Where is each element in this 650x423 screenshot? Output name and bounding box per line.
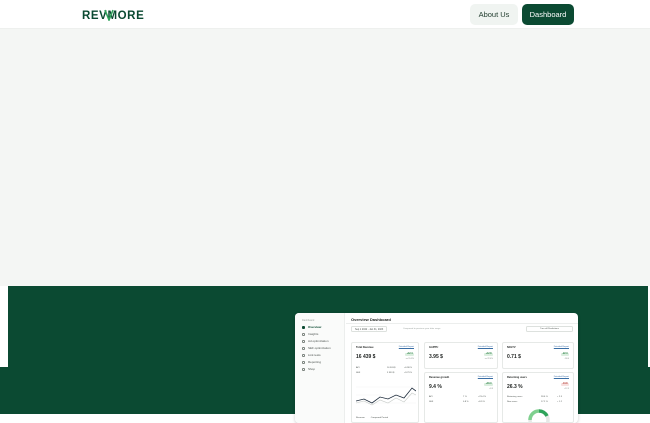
returning-users-donut-chart (528, 409, 550, 423)
card-delta: -13.8 (560, 383, 569, 386)
card-value: 16 439 $ (356, 354, 376, 360)
preview-card-noltv: NOLTV Detailed Report 0.71 $ -22.3 -58.0 (502, 342, 574, 369)
card-sub: +8.9 (489, 387, 493, 390)
card-row-value: 3 353 $ (387, 371, 395, 374)
preview-nav-item: Insights (302, 332, 318, 336)
card-row: New users (507, 400, 518, 403)
sef-optimization-icon (302, 346, 305, 350)
card-title: Total Revenue (356, 346, 374, 349)
card-row-value: 7 % (463, 396, 467, 398)
card-row-value: 28.6 % (541, 396, 548, 398)
preview-nav-item: Reporting (302, 360, 321, 364)
preview-card-revenue-growth: Revenue growth Detailed Report 9.4 % +40… (424, 372, 498, 423)
chart-legend: Revenue Compared Period (356, 417, 388, 419)
card-row-delta: +23.4 % (478, 396, 487, 398)
card-sub: +12.5 (563, 387, 569, 390)
card-row-value: 0.8 % (463, 400, 469, 403)
card-delta: -22.3 (560, 353, 569, 356)
revenue-line (356, 387, 416, 404)
card-delta: +12.4 (405, 353, 414, 356)
top-navigation-bar: REVMORE About Us Dashboard (0, 0, 650, 29)
ad-optimization-icon (302, 339, 305, 343)
preview-nav-item: Ad optimization (302, 339, 329, 343)
card-title: NOLTV (507, 346, 516, 349)
dashboard-button[interactable]: Dashboard (522, 4, 574, 25)
revenue-line-chart (356, 386, 416, 406)
logo-wordmark-icon: REVMORE (82, 9, 144, 21)
legend-compared: Compared Period (370, 417, 388, 419)
card-title: Revenue growth (429, 376, 450, 379)
preview-nav-item: SEF optimization (302, 346, 331, 350)
card-sub: vs 15.3% (405, 357, 414, 360)
preview-card-gappu: GAPPU Detailed Report 3.95 $ +12.8 vs 22… (424, 342, 498, 369)
card-link: Detailed Report (477, 346, 493, 348)
card-value: 3.95 $ (429, 354, 443, 360)
card-link: Detailed Report (553, 346, 569, 348)
preview-card-returning-users: Returning users Detailed Report 26.3 % -… (502, 372, 574, 423)
revmore-logo[interactable]: REVMORE (82, 9, 160, 21)
card-delta: +40.0 (484, 383, 493, 386)
card-row-delta: + 1.2 (557, 400, 562, 403)
card-value: 0.71 $ (507, 354, 521, 360)
card-row-delta: +6.98 % (404, 367, 413, 369)
preview-date-range: Sep 1 2022 - Jan 31, 2023 (351, 326, 388, 332)
card-row-value: 17.2 % (541, 400, 548, 403)
dashboard-preview-image: Dashboard Overview Insights Ad optimizat… (295, 313, 578, 423)
card-row: SEF (356, 371, 361, 374)
preview-title: Overview Dashboard (351, 317, 391, 322)
card-title: GAPPU (429, 346, 439, 349)
preview-card-total-revenue: Total Revenue Detailed Report 16 439 $ +… (351, 342, 419, 423)
card-row: Returning users (507, 396, 523, 398)
returning-users-arc (528, 409, 540, 421)
card-title: Returning users (507, 376, 527, 379)
preview-sidebar: Dashboard Overview Insights Ad optimizat… (295, 313, 345, 423)
card-link: Detailed Report (398, 346, 414, 348)
card-row: API (356, 367, 360, 369)
card-delta: +12.8 (484, 353, 493, 356)
preview-sidebar-brand: Dashboard (302, 319, 315, 322)
card-sub: -58.0 (564, 357, 569, 360)
card-sub: vs 22.4% (484, 357, 493, 360)
shop-icon (302, 367, 305, 371)
preview-nav-item: Overview (302, 325, 321, 329)
card-value: 26.3 % (507, 384, 523, 390)
card-value: 9.4 % (429, 384, 442, 390)
card-row-value: 16 303 $ (387, 367, 396, 369)
link-tests-icon (302, 353, 305, 357)
card-row: API (429, 396, 433, 398)
reporting-icon (302, 360, 305, 364)
legend-revenue: Revenue (356, 417, 365, 419)
overview-icon (302, 325, 305, 329)
preview-nav-item: Shop (302, 367, 315, 371)
card-row-delta: +9.79 % (404, 371, 413, 374)
preview-main: Overview Dashboard Sep 1 2022 - Jan 31, … (346, 313, 578, 423)
card-link: Detailed Report (553, 376, 569, 378)
preview-compare-text: Compared to previous year date range (403, 327, 441, 330)
card-row: SEF (429, 400, 434, 403)
preview-nav-item: Link tests (302, 353, 321, 357)
card-row-delta: +8.9 % (478, 400, 485, 403)
insights-icon (302, 332, 305, 336)
card-link: Detailed Report (477, 376, 493, 378)
preview-turnoff-button: Turn off Predictions (526, 326, 573, 332)
about-us-button[interactable]: About Us (470, 4, 518, 25)
preview-divider (346, 323, 578, 324)
hero-section (0, 29, 650, 286)
card-row-delta: + 2.3 (557, 396, 562, 398)
